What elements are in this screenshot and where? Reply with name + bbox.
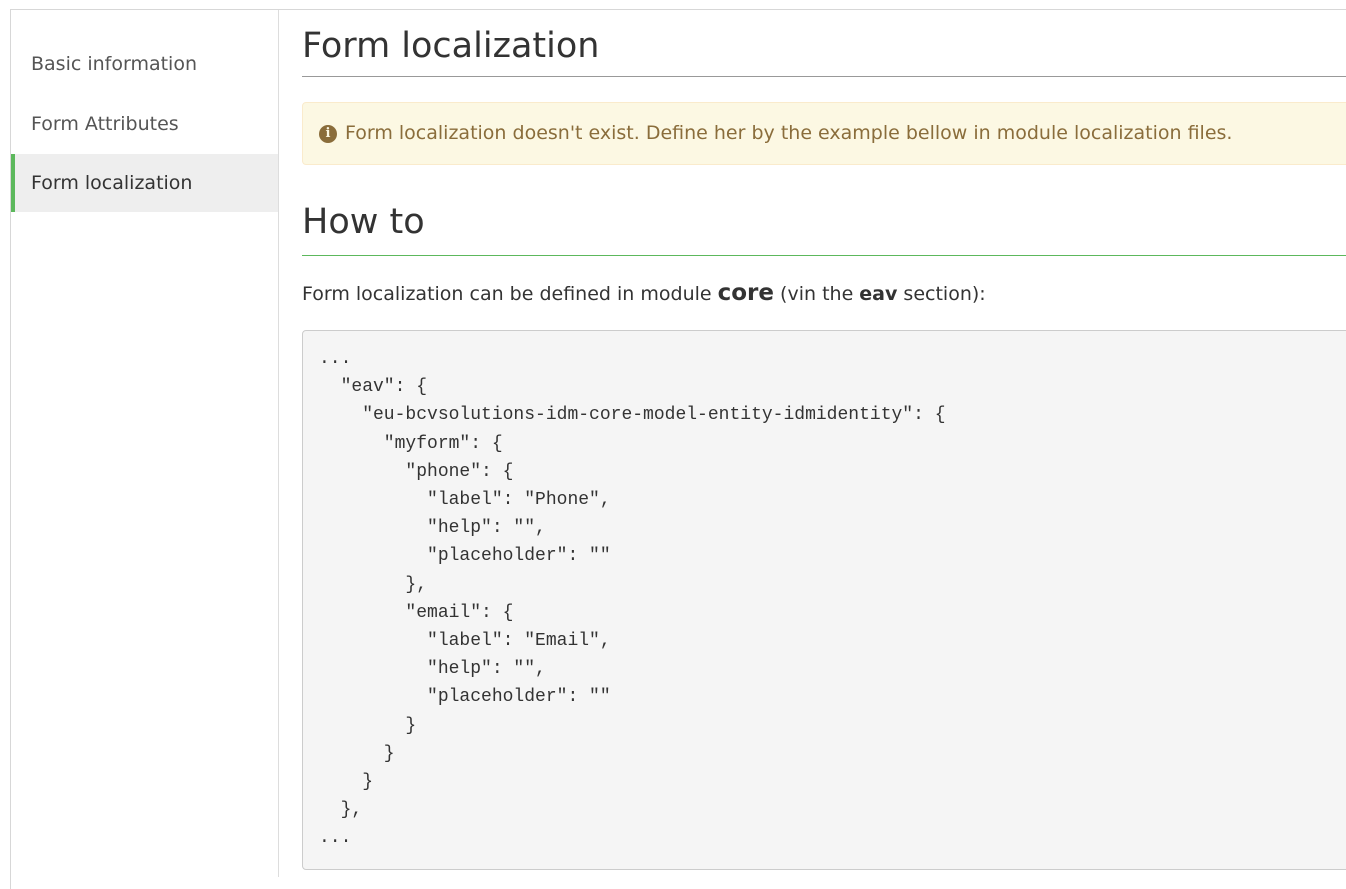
sidebar: Basic information Form Attributes Form l… <box>11 10 279 877</box>
howto-description: Form localization can be defined in modu… <box>302 278 986 309</box>
code-example: ... "eav": { "eu-bcvsolutions-idm-core-m… <box>302 330 1346 870</box>
alert-text: Form localization doesn't exist. Define … <box>345 122 1233 144</box>
title-divider <box>302 76 1346 77</box>
howto-divider <box>302 255 1346 256</box>
page-title: Form localization <box>302 26 600 66</box>
warning-alert: i Form localization doesn't exist. Define… <box>302 102 1346 165</box>
section-name: eav <box>859 283 898 305</box>
desc-middle: (vin the <box>774 283 860 305</box>
desc-suffix: section): <box>897 283 986 305</box>
howto-title: How to <box>302 202 425 242</box>
module-name: core <box>717 280 775 306</box>
sidebar-item-form-localization[interactable]: Form localization <box>11 154 278 212</box>
sidebar-item-form-attributes[interactable]: Form Attributes <box>11 95 278 153</box>
sidebar-item-label: Form localization <box>31 172 193 194</box>
sidebar-item-label: Form Attributes <box>31 113 179 135</box>
sidebar-item-basic-information[interactable]: Basic information <box>11 35 278 93</box>
sidebar-item-label: Basic information <box>31 53 197 75</box>
info-circle-icon: i <box>319 125 337 143</box>
desc-prefix: Form localization can be defined in modu… <box>302 283 718 305</box>
